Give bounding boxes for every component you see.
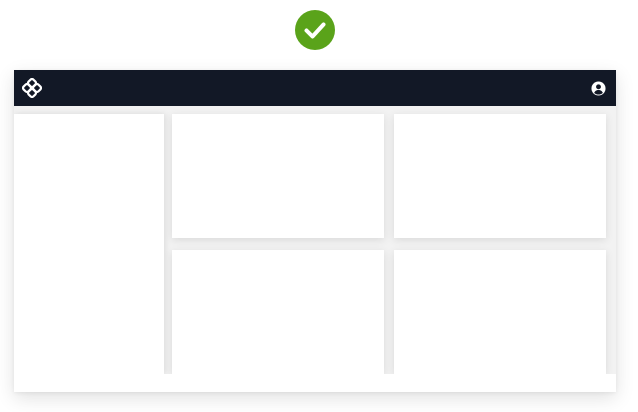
content-card-bottom-right: [394, 250, 606, 374]
user-account-icon[interactable]: [590, 80, 606, 96]
app-logo-icon[interactable]: [22, 78, 42, 98]
checkmark-icon: [295, 10, 335, 50]
content-card-top-left: [172, 114, 384, 238]
sidebar-panel: [14, 114, 164, 374]
content-card-bottom-left: [172, 250, 384, 374]
window-footer-area: [14, 374, 616, 392]
top-navigation-bar: [14, 70, 616, 106]
illustration-canvas: [0, 0, 638, 412]
app-window-mockup: [14, 70, 616, 392]
content-card-top-right: [394, 114, 606, 238]
success-check-badge: [295, 10, 335, 50]
